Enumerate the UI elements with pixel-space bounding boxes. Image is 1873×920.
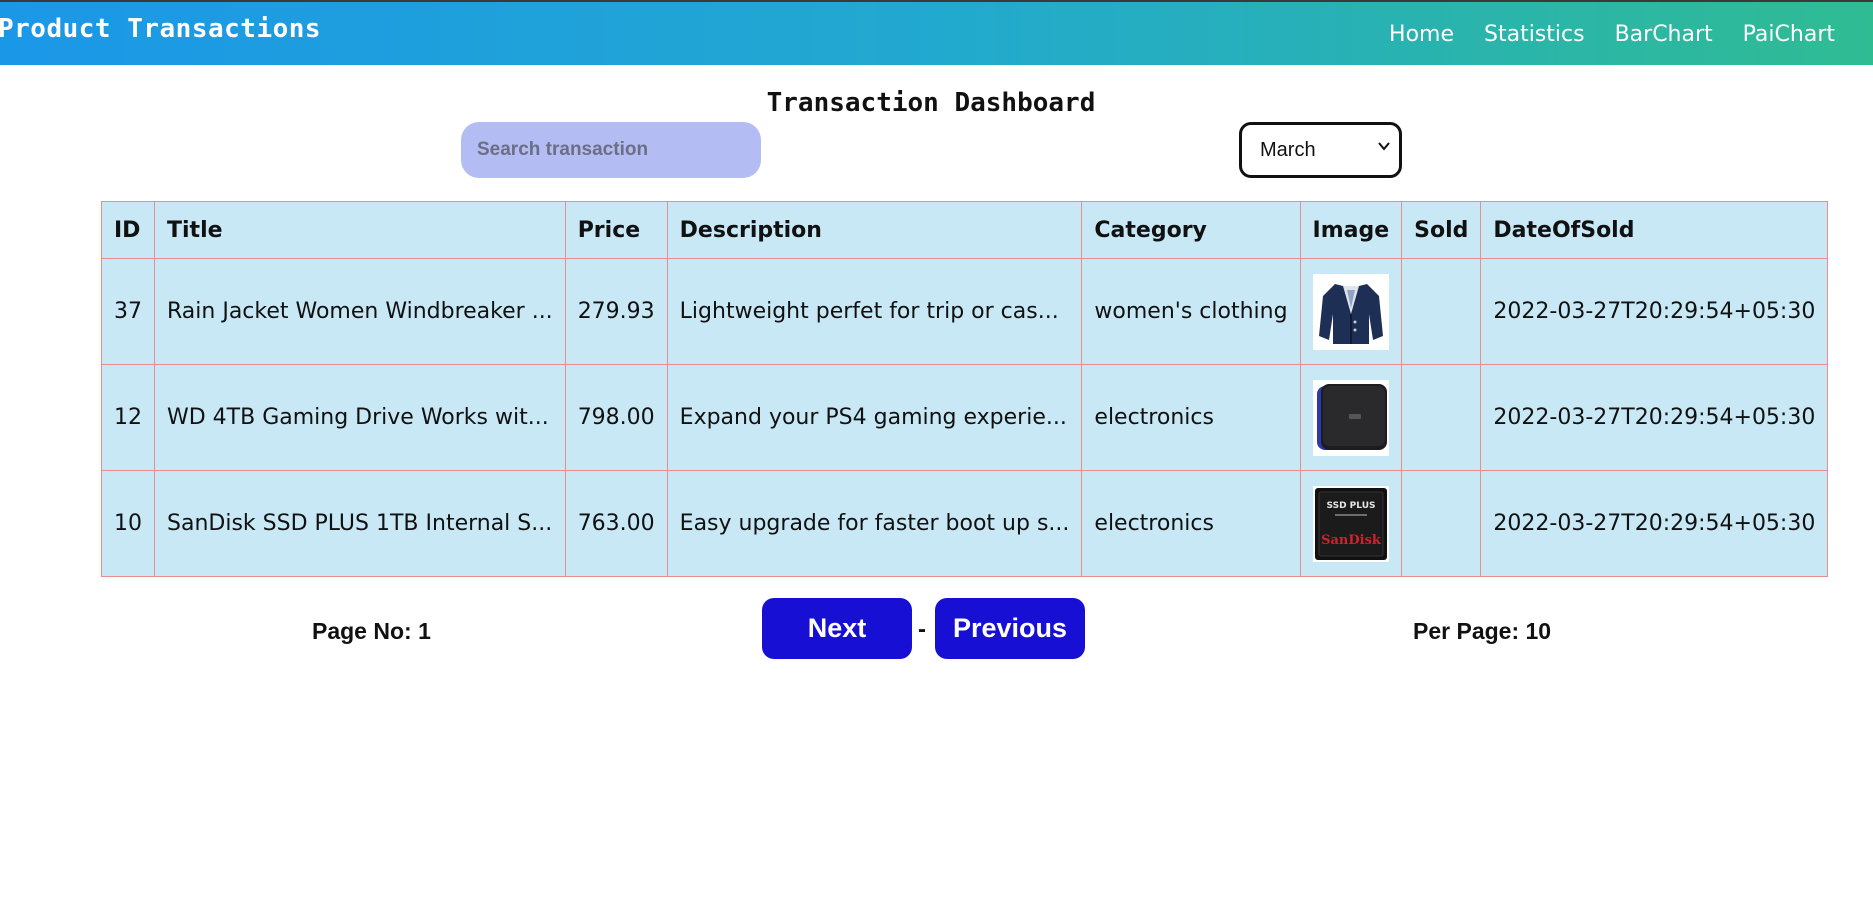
cell-image	[1299, 258, 1403, 365]
cell-category: electronics	[1081, 364, 1301, 471]
cell-title: SanDisk SSD PLUS 1TB Internal S...	[154, 470, 566, 577]
cell-image: SSD PLUS SanDisk	[1299, 470, 1403, 577]
previous-button[interactable]: Previous	[935, 598, 1085, 659]
navbar: Product Transactions Home Statistics Bar…	[0, 0, 1873, 65]
nav-links: Home Statistics BarChart PaiChart	[1389, 22, 1835, 47]
cell-price: 763.00	[564, 470, 668, 577]
cell-date: 2022-03-27T20:29:54+05:30	[1480, 470, 1829, 577]
svg-text:SSD PLUS: SSD PLUS	[1326, 501, 1375, 511]
header-date-of-sold: DateOfSold	[1480, 201, 1829, 259]
jacket-image	[1312, 273, 1389, 350]
cell-sold	[1401, 470, 1482, 577]
header-description: Description	[666, 201, 1083, 259]
month-select[interactable]: March	[1239, 122, 1402, 178]
nav-link-barchart[interactable]: BarChart	[1615, 22, 1713, 47]
app-brand[interactable]: Product Transactions	[0, 14, 321, 44]
pagination-separator: -	[918, 616, 926, 643]
nav-link-home[interactable]: Home	[1389, 22, 1454, 47]
cell-image	[1299, 364, 1403, 471]
cell-description: Expand your PS4 gaming experie...	[666, 364, 1083, 471]
table-header-row: ID Title Price Description Category Imag…	[101, 201, 1829, 259]
cell-date: 2022-03-27T20:29:54+05:30	[1480, 364, 1829, 471]
table-row: 10 SanDisk SSD PLUS 1TB Internal S... 76…	[101, 470, 1829, 577]
nav-link-paichart[interactable]: PaiChart	[1743, 22, 1835, 47]
cell-price: 279.93	[564, 258, 668, 365]
cell-sold	[1401, 258, 1482, 365]
svg-text:SanDisk: SanDisk	[1321, 533, 1382, 548]
cell-title: WD 4TB Gaming Drive Works wit...	[154, 364, 566, 471]
table-row: 37 Rain Jacket Women Windbreaker ... 279…	[101, 258, 1829, 365]
header-category: Category	[1081, 201, 1301, 259]
cell-description: Lightweight perfet for trip or cas...	[666, 258, 1083, 365]
header-sold: Sold	[1401, 201, 1482, 259]
transactions-table: ID Title Price Description Category Imag…	[101, 201, 1829, 577]
header-id: ID	[101, 201, 155, 259]
nav-link-statistics[interactable]: Statistics	[1484, 22, 1585, 47]
cell-price: 798.00	[564, 364, 668, 471]
ssd-image: SSD PLUS SanDisk	[1312, 485, 1389, 562]
per-page-label: Per Page: 10	[1413, 618, 1552, 644]
page-number-label: Page No: 1	[312, 618, 431, 644]
header-image: Image	[1299, 201, 1403, 259]
page-title: Transaction Dashboard	[766, 88, 1096, 118]
cell-title: Rain Jacket Women Windbreaker ...	[154, 258, 566, 365]
search-input[interactable]	[461, 122, 761, 178]
cell-category: women's clothing	[1081, 258, 1301, 365]
cell-id: 37	[101, 258, 155, 365]
cell-date: 2022-03-27T20:29:54+05:30	[1480, 258, 1829, 365]
cell-sold	[1401, 364, 1482, 471]
cell-id: 10	[101, 470, 155, 577]
cell-category: electronics	[1081, 470, 1301, 577]
cell-id: 12	[101, 364, 155, 471]
header-title: Title	[154, 201, 566, 259]
cell-description: Easy upgrade for faster boot up s...	[666, 470, 1083, 577]
table-row: 12 WD 4TB Gaming Drive Works wit... 798.…	[101, 364, 1829, 471]
header-price: Price	[564, 201, 668, 259]
hard-drive-image	[1312, 379, 1389, 456]
next-button[interactable]: Next	[762, 598, 912, 659]
